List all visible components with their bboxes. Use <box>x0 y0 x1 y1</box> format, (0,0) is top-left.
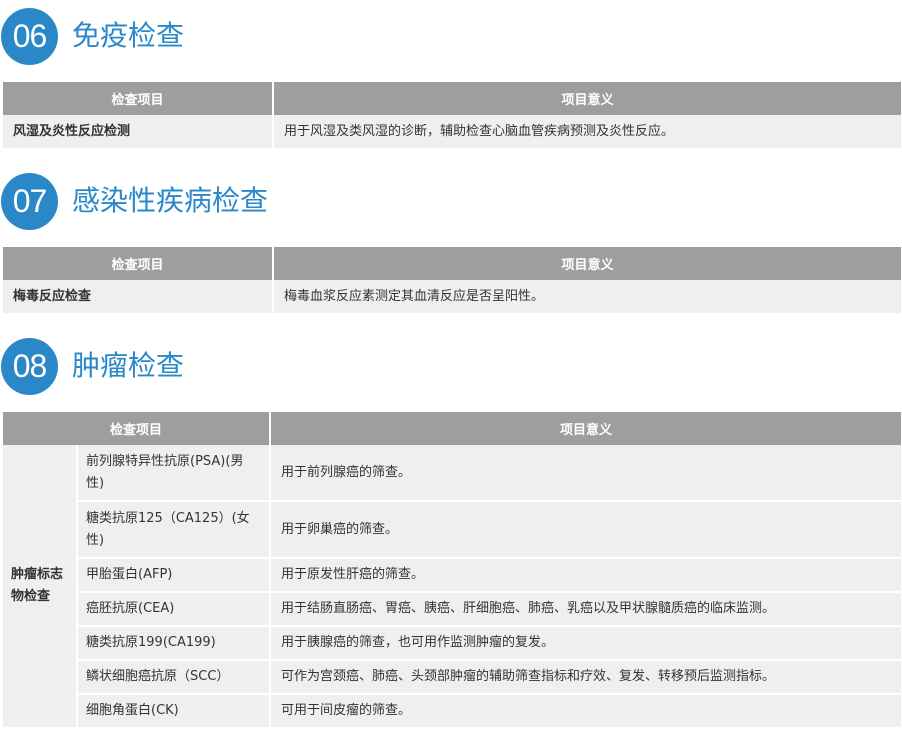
table-row: 鳞状细胞癌抗原（SCC） 可作为宫颈癌、肺癌、头颈部肿瘤的辅助筛查指标和疗效、复… <box>3 660 901 695</box>
row-meaning: 可作为宫颈癌、肺癌、头颈部肿瘤的辅助筛查指标和疗效、复发、转移预后监测指标。 <box>270 660 901 695</box>
section-title: 肿瘤检查 <box>72 349 185 382</box>
header-meaning: 项目意义 <box>270 412 901 445</box>
row-meaning: 用于风湿及类风湿的诊断，辅助检查心脑血管疾病预测及炎性反应。 <box>273 115 901 150</box>
row-meaning: 用于结肠直肠癌、胃癌、胰癌、肝细胞癌、肺癌、乳癌以及甲状腺髓质癌的临床监测。 <box>270 592 901 627</box>
row-meaning: 用于原发性肝癌的筛查。 <box>270 558 901 593</box>
row-item: 癌胚抗原(CEA) <box>77 592 272 627</box>
section-number-badge: 08 <box>1 338 58 395</box>
table-row: 糖类抗原125（CA125）(女性) 用于卵巢癌的筛查。 <box>3 501 901 559</box>
row-item: 风湿及炎性反应检测 <box>3 115 274 150</box>
table-row: 细胞角蛋白(CK) 可用于间皮瘤的筛查。 <box>3 694 901 729</box>
table-header-row: 检查项目 项目意义 <box>3 82 901 115</box>
row-item: 前列腺特异性抗原(PSA)(男性) <box>77 445 272 502</box>
row-item: 甲胎蛋白(AFP) <box>77 558 272 593</box>
table-header-row: 检查项目 项目意义 <box>3 412 901 445</box>
section-07-header: 07 感染性疾病检查 <box>0 173 902 233</box>
group-label: 肿瘤标志物检查 <box>3 445 78 729</box>
table-row: 风湿及炎性反应检测 用于风湿及类风湿的诊断，辅助检查心脑血管疾病预测及炎性反应。 <box>3 115 901 150</box>
header-item: 检查项目 <box>3 82 274 115</box>
row-item: 梅毒反应检查 <box>3 280 274 315</box>
row-meaning: 用于卵巢癌的筛查。 <box>270 501 901 559</box>
table-row: 梅毒反应检查 梅毒血浆反应素测定其血清反应是否呈阳性。 <box>3 280 901 315</box>
infectious-disease-table: 检查项目 项目意义 梅毒反应检查 梅毒血浆反应素测定其血清反应是否呈阳性。 <box>3 247 901 315</box>
row-meaning: 用于胰腺癌的筛查，也可用作监测肿瘤的复发。 <box>270 626 901 661</box>
section-title: 感染性疾病检查 <box>72 184 269 217</box>
row-item: 糖类抗原125（CA125）(女性) <box>77 501 272 559</box>
table-header-row: 检查项目 项目意义 <box>3 247 901 280</box>
section-number-badge: 07 <box>1 173 58 230</box>
header-item: 检查项目 <box>3 412 272 445</box>
row-meaning: 梅毒血浆反应素测定其血清反应是否呈阳性。 <box>273 280 901 315</box>
row-item: 糖类抗原199(CA199) <box>77 626 272 661</box>
section-06-header: 06 免疫检查 <box>0 8 902 68</box>
row-meaning: 用于前列腺癌的筛查。 <box>270 445 901 502</box>
table-row: 甲胎蛋白(AFP) 用于原发性肝癌的筛查。 <box>3 558 901 593</box>
section-08-header: 08 肿瘤检查 <box>0 338 902 398</box>
table-row: 糖类抗原199(CA199) 用于胰腺癌的筛查，也可用作监测肿瘤的复发。 <box>3 626 901 661</box>
section-number-badge: 06 <box>1 8 58 65</box>
table-row: 肿瘤标志物检查 前列腺特异性抗原(PSA)(男性) 用于前列腺癌的筛查。 <box>3 445 901 729</box>
header-meaning: 项目意义 <box>273 247 901 280</box>
table-row: 癌胚抗原(CEA) 用于结肠直肠癌、胃癌、胰癌、肝细胞癌、肺癌、乳癌以及甲状腺髓… <box>3 592 901 627</box>
row-meaning: 可用于间皮瘤的筛查。 <box>270 694 901 729</box>
row-item: 鳞状细胞癌抗原（SCC） <box>77 660 272 695</box>
header-item: 检查项目 <box>3 247 274 280</box>
section-title: 免疫检查 <box>72 19 185 52</box>
header-meaning: 项目意义 <box>273 82 901 115</box>
tumor-test-table: 检查项目 项目意义 肿瘤标志物检查 前列腺特异性抗原(PSA)(男性) 用于前列… <box>3 412 901 729</box>
row-item: 细胞角蛋白(CK) <box>77 694 272 729</box>
immune-test-table: 检查项目 项目意义 风湿及炎性反应检测 用于风湿及类风湿的诊断，辅助检查心脑血管… <box>3 82 901 150</box>
